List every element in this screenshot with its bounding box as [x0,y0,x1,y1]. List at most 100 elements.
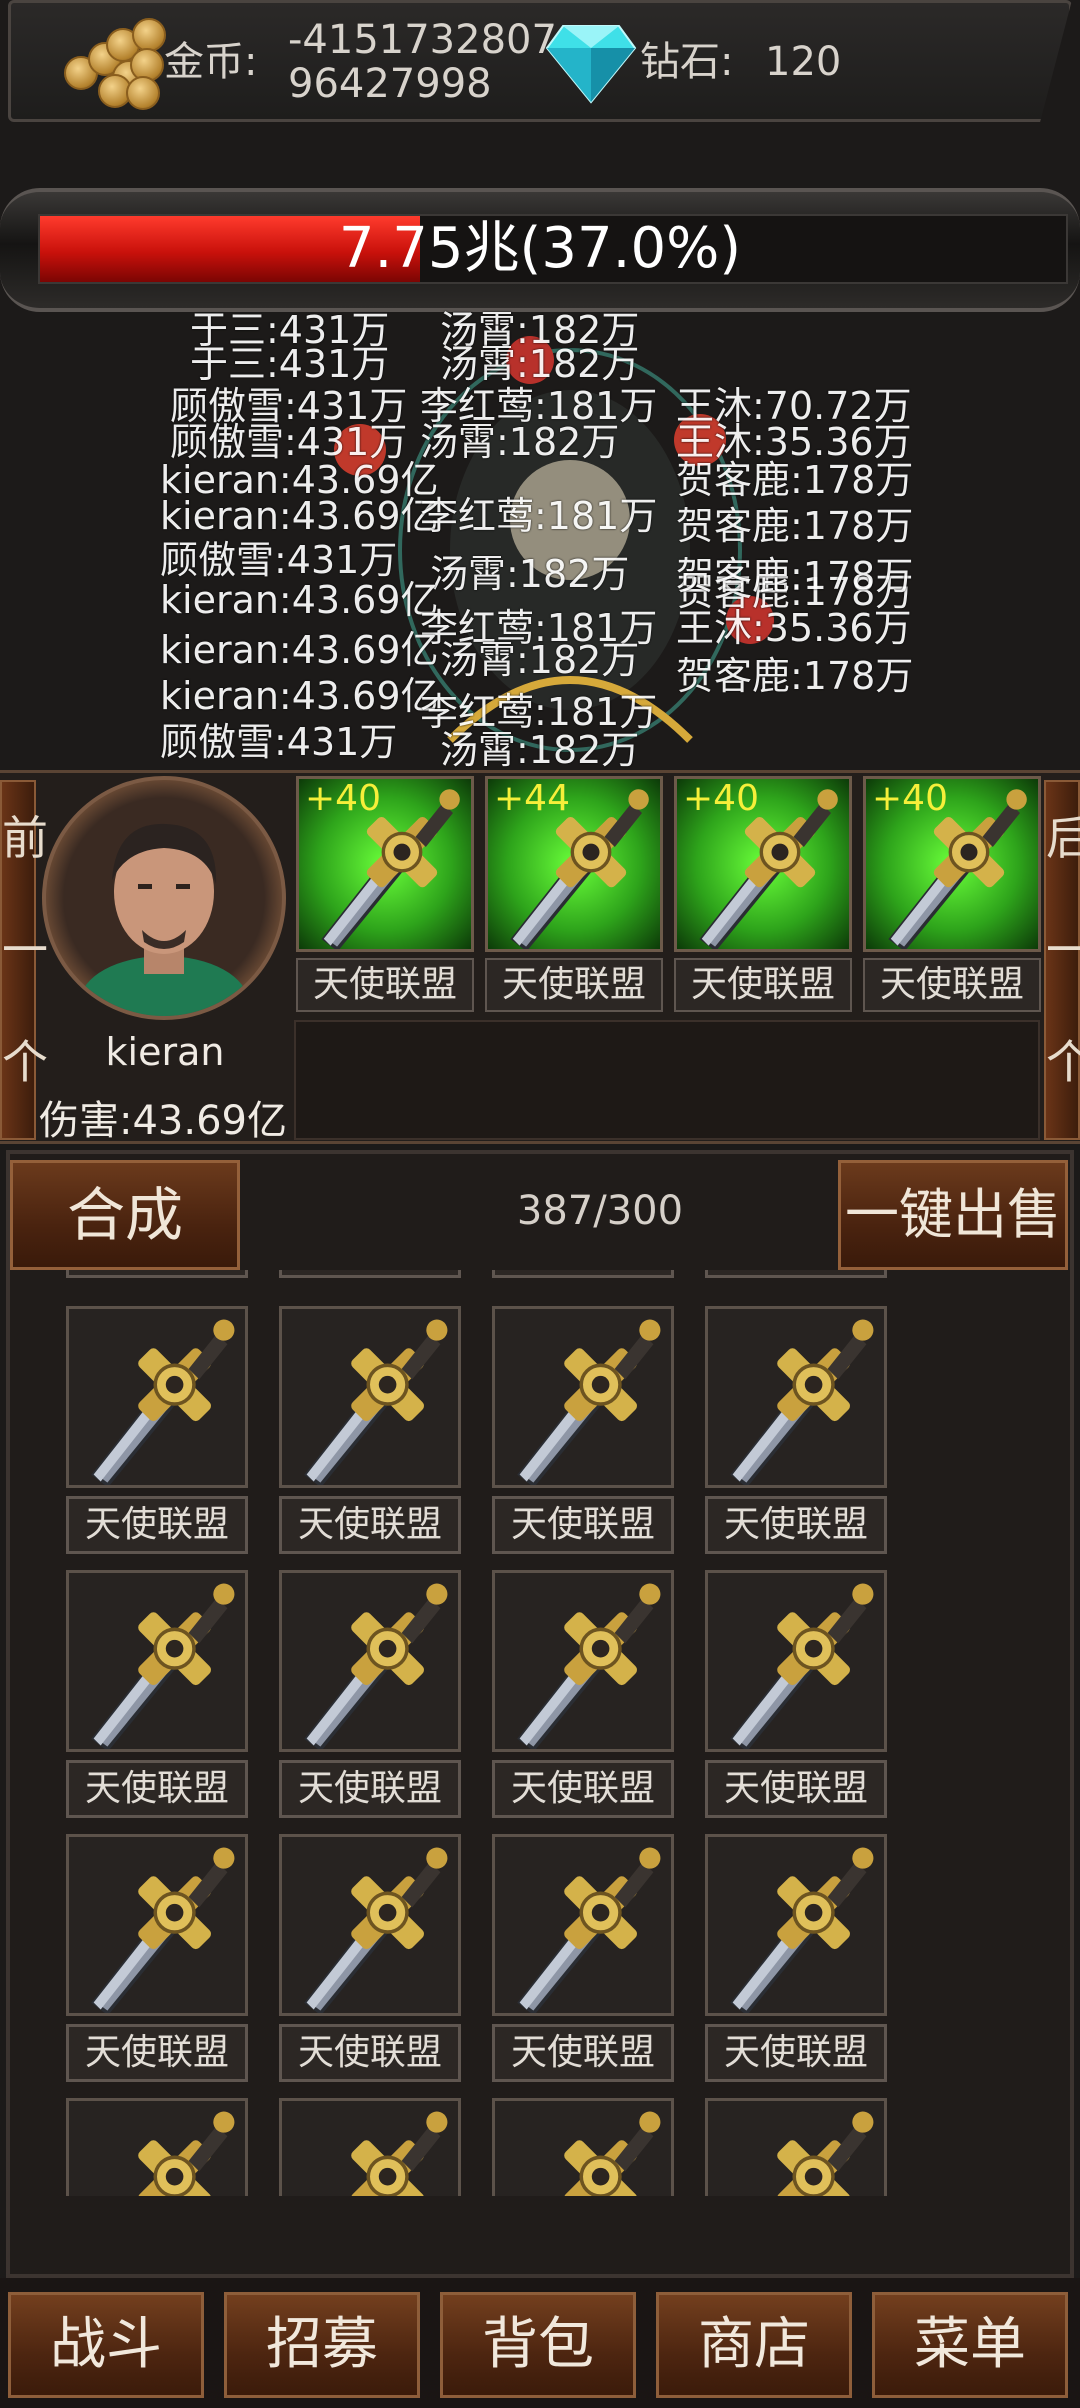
equipment-name: 天使联盟 [863,958,1041,1012]
inventory-item[interactable] [492,1570,674,1752]
nav-battle-button[interactable]: 战斗 [8,2292,204,2398]
damage-entry: 王沐:35.36万 [676,606,912,650]
sword-icon [517,1319,661,1485]
sword-icon [91,1847,235,2013]
damage-log: 于三:431万 汤霄:182万 于三:431万 汤霄:182万 顾傲雪:431万… [0,310,1080,770]
inventory-item-label [279,1270,461,1278]
equipment-slot[interactable]: +40 [674,776,852,952]
inventory-item[interactable] [66,1306,248,1488]
damage-entry: 顾傲雪:431万 [170,420,408,464]
enhance-level: +44 [494,778,570,819]
damage-entry: kieran:43.69亿 [160,494,439,538]
inventory-item[interactable] [66,1834,248,2016]
inventory-item-label: 天使联盟 [492,1496,674,1554]
inventory-item[interactable] [279,2098,461,2196]
gold-coin-icon [62,12,172,112]
inventory-item[interactable] [279,1570,461,1752]
inventory-item[interactable] [492,1306,674,1488]
sword-icon [730,1847,874,2013]
equipment-slot[interactable]: +44 [485,776,663,952]
enhance-level: +40 [305,778,381,819]
nav-menu-button[interactable]: 菜单 [872,2292,1068,2398]
damage-entry: 李红莺:181万 [420,494,658,538]
nav-recruit-button[interactable]: 招募 [224,2292,420,2398]
damage-entry: 顾傲雪:431万 [160,538,398,582]
gold-value-line2: 96427998 [288,61,492,107]
inventory-count: 387/300 [516,1188,684,1234]
prev-hero-button[interactable]: 前一个 [0,780,48,1140]
hero-portrait[interactable] [42,776,286,1020]
damage-entry: 贺客鹿:178万 [676,654,914,698]
next-hero-button[interactable]: 后一个 [1044,780,1080,1140]
damage-entry: kieran:43.69亿 [160,578,439,622]
hero-name: kieran [105,1030,225,1074]
damage-entry: 汤霄:182万 [440,638,640,682]
damage-entry: 李红莺:181万 [420,690,658,734]
nav-shop-button[interactable]: 商店 [656,2292,852,2398]
gold-value-line1: -4151732807 [288,17,557,63]
sword-icon [138,2111,235,2196]
inventory-item[interactable] [492,2098,674,2196]
inventory-item[interactable] [492,1834,674,2016]
inventory-item[interactable] [705,1570,887,1752]
damage-entry: 汤霄:182万 [440,342,640,386]
sword-icon [730,1319,874,1485]
inventory-item-label: 天使联盟 [66,1760,248,1818]
sword-icon [304,1847,448,2013]
equipment-slot[interactable]: +40 [296,776,474,952]
sword-icon [730,1583,874,1749]
damage-entry: kieran:43.69亿 [160,628,439,672]
inventory-item-label: 天使联盟 [492,2024,674,2082]
nav-backpack-button[interactable]: 背包 [440,2292,636,2398]
boss-hp-text: 7.75兆(37.0%) [338,216,742,281]
sword-icon [564,2111,661,2196]
inventory-item-label: 天使联盟 [705,2024,887,2082]
damage-entry: 王沐:35.36万 [676,420,912,464]
inventory-item-label: 天使联盟 [279,2024,461,2082]
inventory-item-label [66,1270,248,1278]
inventory-item-label [492,1270,674,1278]
sword-icon [777,2111,874,2196]
sword-icon [517,1847,661,2013]
equipment-name: 天使联盟 [674,958,852,1012]
inventory-item[interactable] [705,2098,887,2196]
inventory-item-label: 天使联盟 [492,1760,674,1818]
inventory-item[interactable] [279,1834,461,2016]
damage-entry: 汤霄:182万 [440,728,640,772]
sell-all-button[interactable]: 一键出售 [838,1160,1068,1270]
inventory-item[interactable] [279,1306,461,1488]
inventory-item[interactable] [66,1570,248,1752]
inventory-item-label: 天使联盟 [66,1496,248,1554]
enhance-level: +40 [683,778,759,819]
inventory-item[interactable] [705,1834,887,2016]
equipment-slot[interactable]: +40 [863,776,1041,952]
equipment-name: 天使联盟 [296,958,474,1012]
equipment-name: 天使联盟 [485,958,663,1012]
inventory-item[interactable] [66,2098,248,2196]
diamond-icon [545,25,637,104]
damage-entry: 贺客鹿:178万 [676,458,914,502]
sword-icon [304,1319,448,1485]
inventory-item-label: 天使联盟 [705,1760,887,1818]
sword-icon [517,1583,661,1749]
inventory-item[interactable] [705,1306,887,1488]
enhance-level: +40 [872,778,948,819]
damage-entry: 贺客鹿:178万 [676,554,914,598]
inventory-item-label: 天使联盟 [279,1496,461,1554]
sword-icon [91,1583,235,1749]
inventory-grid: 天使联盟 天使联盟 天使联盟 天使联盟 天使联盟 天使联盟 天使联盟 天使联盟 天使联盟 天使联盟… [20,1270,1060,2196]
inventory-item-label: 天使联盟 [705,1496,887,1554]
equipment-frame [294,1020,1040,1140]
sword-icon [351,2111,448,2196]
damage-entry: 顾傲雪:431万 [160,720,398,764]
gold-label: 金币: [164,39,258,85]
hero-damage: 伤害:43.69亿 [39,1098,287,1144]
combine-button[interactable]: 合成 [10,1160,240,1270]
damage-entry: 贺客鹿:178万 [676,504,914,548]
diamond-value: 120 [765,39,842,85]
diamond-label: 钻石: [640,39,734,85]
sword-icon [304,1583,448,1749]
sword-icon [91,1319,235,1485]
inventory-item-label: 天使联盟 [279,1760,461,1818]
inventory-item-label [705,1270,887,1278]
